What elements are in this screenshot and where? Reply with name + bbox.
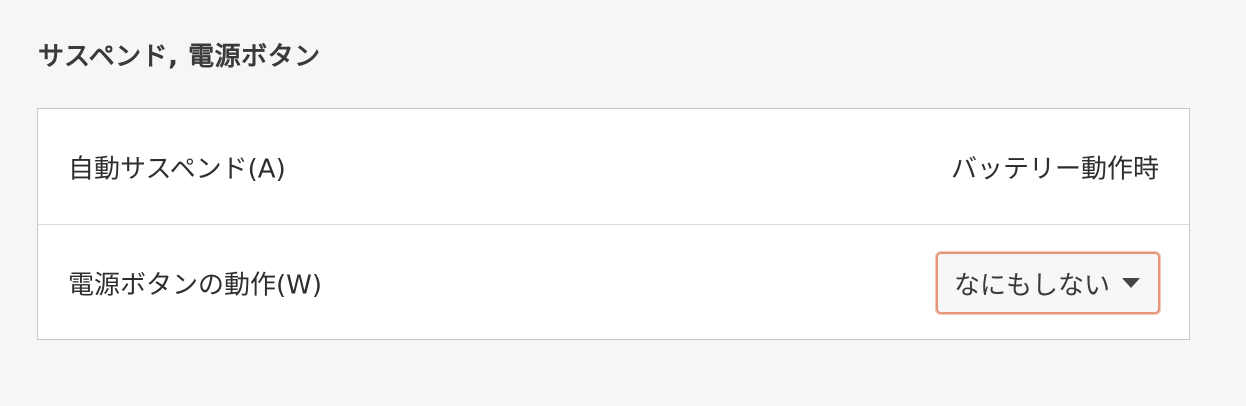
power-button-action-label: 電源ボタンの動作(W): [68, 270, 322, 301]
chevron-down-icon: [1122, 278, 1140, 288]
power-button-action-dropdown[interactable]: なにもしない: [935, 252, 1160, 314]
auto-suspend-value: バッテリー動作時: [950, 154, 1159, 184]
dropdown-selected-value: なにもしない: [953, 270, 1110, 301]
power-button-row: 電源ボタンの動作(W) なにもしない: [38, 225, 1189, 341]
settings-panel: 自動サスペンド(A) バッテリー動作時 電源ボタンの動作(W) なにもしない: [37, 108, 1190, 340]
section-title: サスペンド, 電源ボタン: [38, 42, 321, 72]
auto-suspend-row[interactable]: 自動サスペンド(A) バッテリー動作時: [38, 109, 1189, 225]
auto-suspend-label: 自動サスペンド(A): [68, 154, 286, 184]
